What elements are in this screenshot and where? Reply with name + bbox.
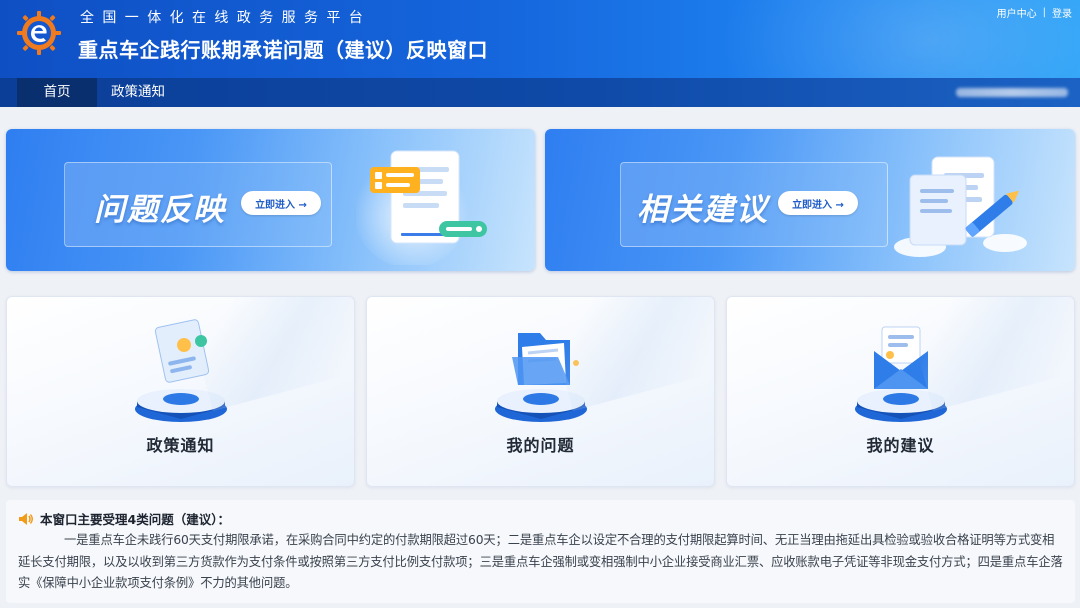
- site-name: 全国一体化在线政务服务平台: [80, 10, 372, 26]
- policy-notice-label: 政策通知: [146, 436, 215, 455]
- page-title: 重点车企践行账期承诺问题（建议）反映窗口: [78, 38, 488, 62]
- notice-panel: 本窗口主要受理4类问题（建议）： 一是重点车企未践行60天支付期限承诺，在采购合…: [6, 500, 1075, 603]
- platform-logo-icon[interactable]: [16, 10, 62, 56]
- notice-body: 一是重点车企未践行60天支付期限承诺，在采购合同中约定的付款期限超过60天；二是…: [18, 533, 1063, 590]
- speaker-icon: [19, 512, 33, 525]
- my-suggestions-label: 我的建议: [866, 436, 935, 455]
- suggestion-banner[interactable]: 相关建议 立即进入 →: [545, 129, 1075, 271]
- my-issues-label: 我的问题: [506, 436, 575, 455]
- policy-notice-card[interactable]: 政策通知: [6, 296, 355, 487]
- main-nav: 首页 政策通知: [0, 78, 1080, 107]
- nav-item-policy-notice[interactable]: 政策通知: [97, 78, 179, 107]
- folder-icon: [495, 333, 587, 422]
- notice-header: 本窗口主要受理4类问题（建议）：: [18, 509, 230, 528]
- mail-envelope-icon: [855, 326, 947, 422]
- my-issues-card[interactable]: 我的问题: [366, 296, 715, 487]
- suggestion-label: 相关建议: [637, 192, 769, 228]
- nav-item-home[interactable]: 首页: [17, 78, 97, 107]
- issue-report-enter-button[interactable]: 立即进入 →: [241, 191, 321, 215]
- notice-title: 本窗口主要受理4类问题（建议）：: [40, 512, 230, 527]
- document-form-icon: [356, 150, 487, 265]
- my-suggestions-card[interactable]: 我的建议: [726, 296, 1075, 487]
- user-center-link[interactable]: 用户中心: [997, 5, 1037, 20]
- site-header: 全国一体化在线政务服务平台 重点车企践行账期承诺问题（建议）反映窗口 用户中心 …: [0, 0, 1080, 78]
- issue-report-banner[interactable]: 问题反映 立即进入 →: [6, 129, 535, 271]
- link-separator: |: [1042, 7, 1046, 18]
- document-pen-icon: [894, 156, 1027, 257]
- suggestion-enter-button[interactable]: 立即进入 →: [778, 191, 858, 215]
- policy-certificate-icon: [135, 319, 227, 422]
- user-links: 用户中心 | 登录: [997, 5, 1072, 20]
- blurred-user-info: [956, 88, 1068, 97]
- issue-report-label: 问题反映: [94, 192, 226, 228]
- login-link[interactable]: 登录: [1052, 5, 1072, 20]
